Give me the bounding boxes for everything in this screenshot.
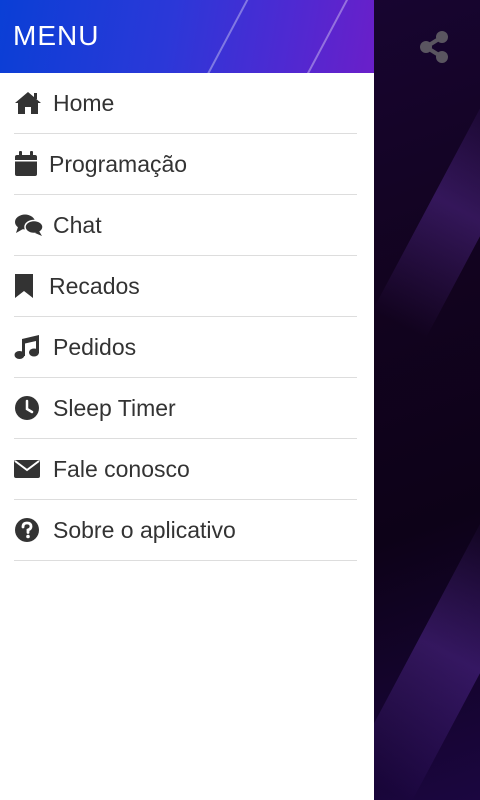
envelope-icon bbox=[14, 454, 44, 484]
menu-item-label: Home bbox=[53, 89, 115, 116]
app-screen: MENU Home Programação Chat Recados Pedid… bbox=[0, 0, 480, 800]
music-note-icon bbox=[14, 332, 44, 362]
menu-item-label: Sleep Timer bbox=[53, 394, 176, 421]
menu-item-sobre[interactable]: Sobre o aplicativo bbox=[14, 500, 357, 561]
navigation-drawer: MENU Home Programação Chat Recados Pedid… bbox=[0, 0, 374, 800]
drawer-title: MENU bbox=[13, 20, 100, 51]
chat-icon bbox=[14, 210, 44, 240]
menu-item-label: Recados bbox=[49, 272, 140, 299]
drawer-header: MENU bbox=[0, 0, 374, 73]
home-icon bbox=[14, 88, 44, 118]
header-streak bbox=[297, 0, 365, 73]
menu-item-label: Sobre o aplicativo bbox=[53, 516, 236, 543]
menu-item-recados[interactable]: Recados bbox=[14, 256, 357, 317]
menu-item-home[interactable]: Home bbox=[14, 73, 357, 134]
menu-item-fale-conosco[interactable]: Fale conosco bbox=[14, 439, 357, 500]
menu-item-label: Programação bbox=[49, 150, 188, 177]
menu-item-programacao[interactable]: Programação bbox=[14, 134, 357, 195]
calendar-icon bbox=[14, 149, 44, 179]
bookmark-icon bbox=[14, 271, 44, 301]
menu-item-label: Chat bbox=[53, 211, 102, 238]
clock-icon bbox=[14, 393, 44, 423]
share-button[interactable] bbox=[414, 27, 454, 67]
menu-list: Home Programação Chat Recados Pedidos Sl… bbox=[0, 73, 374, 561]
share-icon bbox=[420, 31, 448, 63]
header-streak bbox=[192, 0, 260, 73]
background-streak bbox=[372, 81, 480, 339]
menu-item-sleep-timer[interactable]: Sleep Timer bbox=[14, 378, 357, 439]
menu-item-chat[interactable]: Chat bbox=[14, 195, 357, 256]
question-circle-icon bbox=[14, 515, 44, 545]
menu-item-pedidos[interactable]: Pedidos bbox=[14, 317, 357, 378]
menu-item-label: Pedidos bbox=[53, 333, 137, 360]
menu-item-label: Fale conosco bbox=[53, 455, 190, 482]
